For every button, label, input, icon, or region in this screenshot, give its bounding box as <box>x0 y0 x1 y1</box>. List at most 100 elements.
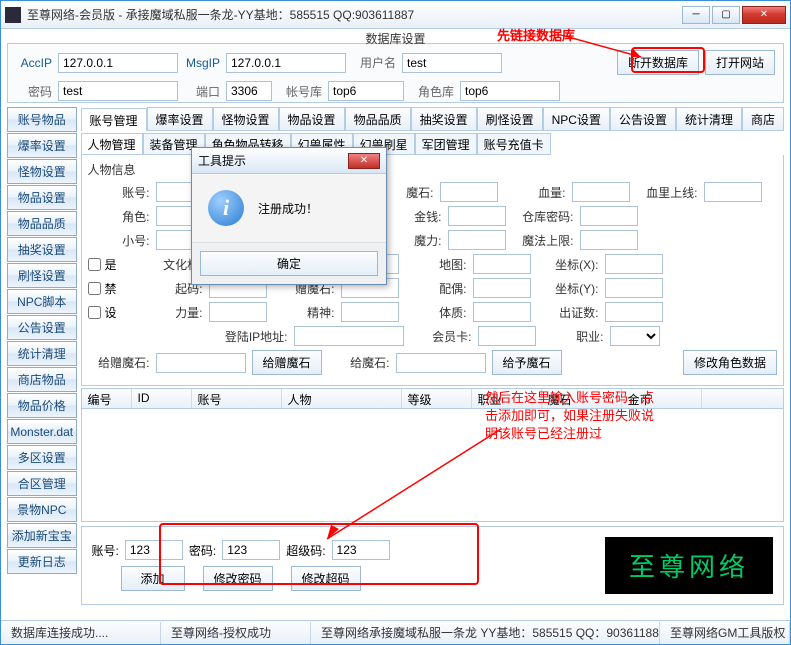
sidebar-item-6[interactable]: 刷怪设置 <box>7 263 77 288</box>
accip-label: AccIP <box>16 56 52 70</box>
content: 账号管理爆率设置怪物设置物品设置物品品质抽奖设置刷怪设置NPC设置公告设置统计清… <box>81 107 785 605</box>
change-super-button[interactable]: 修改超码 <box>291 566 361 591</box>
tab-2[interactable]: 怪物设置 <box>213 107 279 130</box>
f-dlip[interactable] <box>294 326 404 346</box>
col-5[interactable]: 职业 <box>472 389 542 408</box>
ft-acc-lbl: 账号: <box>92 542 119 559</box>
sidebar-item-1[interactable]: 爆率设置 <box>7 133 77 158</box>
dialog-title: 工具提示 <box>198 152 348 169</box>
pwd-input[interactable] <box>58 81 178 101</box>
f-po[interactable] <box>473 278 531 298</box>
ft-pwd-input[interactable] <box>222 540 280 560</box>
sidebar-item-11[interactable]: 物品价格 <box>7 393 77 418</box>
sidebar-item-5[interactable]: 抽奖设置 <box>7 237 77 262</box>
titlebar[interactable]: 至尊网络-会员版 - 承接魔域私服一条龙-YY基地：585515 QQ:9036… <box>1 1 790 29</box>
modify-role-button[interactable]: 修改角色数据 <box>683 350 777 375</box>
f-ml[interactable] <box>448 230 506 250</box>
sidebar-item-0[interactable]: 账号物品 <box>7 107 77 132</box>
chk3[interactable] <box>88 306 101 319</box>
brand-logo: 至尊网络 <box>605 537 773 594</box>
col-0[interactable]: 编号 <box>82 389 132 408</box>
tab-8[interactable]: 公告设置 <box>610 107 676 130</box>
f-zby[interactable] <box>605 278 663 298</box>
dialog-ok-button[interactable]: 确定 <box>200 251 378 276</box>
f-mfsx-lbl: 魔法上限: <box>512 232 574 249</box>
f-ll[interactable] <box>209 302 267 322</box>
change-pwd-button[interactable]: 修改密码 <box>203 566 273 591</box>
sidebar-item-13[interactable]: 多区设置 <box>7 445 77 470</box>
result-list[interactable]: 编号ID账号人物等级职业魔石金币 <box>81 388 785 522</box>
disconnect-db-button[interactable]: 断开数据库 <box>617 50 699 75</box>
tab-7[interactable]: NPC设置 <box>543 107 610 130</box>
dialog-titlebar[interactable]: 工具提示 ✕ <box>192 148 386 174</box>
accdb-input[interactable] <box>328 81 404 101</box>
sidebar-item-10[interactable]: 商店物品 <box>7 367 77 392</box>
sidebar-item-9[interactable]: 统计清理 <box>7 341 77 366</box>
f-ckmm[interactable] <box>580 206 638 226</box>
ft-acc-input[interactable] <box>125 540 183 560</box>
chk2[interactable] <box>88 282 101 295</box>
add-account-button[interactable]: 添加 <box>121 566 185 591</box>
sidebar-item-16[interactable]: 添加新宝宝 <box>7 523 77 548</box>
port-input[interactable] <box>226 81 272 101</box>
f-js[interactable] <box>341 302 399 322</box>
f-xl[interactable] <box>572 182 630 202</box>
f-mfsx[interactable] <box>580 230 638 250</box>
f-czs[interactable] <box>605 302 663 322</box>
info-icon: i <box>208 190 244 226</box>
give-stone-button[interactable]: 给予魔石 <box>492 350 562 375</box>
col-7[interactable]: 金币 <box>622 389 702 408</box>
sidebar-item-4[interactable]: 物品品质 <box>7 211 77 236</box>
roledb-input[interactable] <box>460 81 560 101</box>
dialog-close-button[interactable]: ✕ <box>348 153 380 169</box>
col-4[interactable]: 等级 <box>402 389 472 408</box>
open-website-button[interactable]: 打开网站 <box>705 50 775 75</box>
f-zy[interactable] <box>610 326 660 346</box>
col-1[interactable]: ID <box>132 389 192 408</box>
tab-3[interactable]: 物品设置 <box>279 107 345 130</box>
gzms-input[interactable] <box>156 353 246 373</box>
sidebar-item-12[interactable]: Monster.dat <box>7 419 77 444</box>
sidebar-item-17[interactable]: 更新日志 <box>7 549 77 574</box>
subtab-6[interactable]: 账号充值卡 <box>477 133 551 155</box>
f-dt[interactable] <box>473 254 531 274</box>
tab-6[interactable]: 刷怪设置 <box>477 107 543 130</box>
sidebar-item-14[interactable]: 合区管理 <box>7 471 77 496</box>
maximize-button[interactable]: ▢ <box>712 6 740 24</box>
f-jq[interactable] <box>448 206 506 226</box>
sidebar-item-2[interactable]: 怪物设置 <box>7 159 77 184</box>
f-zbx[interactable] <box>605 254 663 274</box>
col-3[interactable]: 人物 <box>282 389 402 408</box>
tab-9[interactable]: 统计清理 <box>676 107 742 130</box>
f-hyk[interactable] <box>478 326 536 346</box>
chk1[interactable] <box>88 258 101 271</box>
minimize-button[interactable]: ─ <box>682 6 710 24</box>
subtab-0[interactable]: 人物管理 <box>81 133 143 155</box>
tab-4[interactable]: 物品品质 <box>345 107 411 130</box>
col-2[interactable]: 账号 <box>192 389 282 408</box>
f-js-lbl: 精神: <box>273 304 335 321</box>
accip-input[interactable] <box>58 53 178 73</box>
close-button[interactable]: ✕ <box>742 6 786 24</box>
ft-sup-input[interactable] <box>332 540 390 560</box>
tab-1[interactable]: 爆率设置 <box>147 107 213 130</box>
sidebar-item-8[interactable]: 公告设置 <box>7 315 77 340</box>
f-xh-lbl: 小号: <box>88 232 150 249</box>
tab-10[interactable]: 商店 <box>742 107 784 130</box>
f-ms[interactable] <box>440 182 498 202</box>
tab-5[interactable]: 抽奖设置 <box>411 107 477 130</box>
give-gift-stone-button[interactable]: 给赠魔石 <box>252 350 322 375</box>
user-input[interactable] <box>402 53 502 73</box>
subtab-5[interactable]: 军团管理 <box>415 133 477 155</box>
f-tl[interactable] <box>473 302 531 322</box>
accdb-label: 帐号库 <box>278 83 322 100</box>
status-copy: 至尊网络GM工具版权 <box>660 622 790 644</box>
gms-input[interactable] <box>396 353 486 373</box>
sidebar-item-15[interactable]: 景物NPC <box>7 497 77 522</box>
f-xlsx[interactable] <box>704 182 762 202</box>
col-6[interactable]: 魔石 <box>542 389 622 408</box>
msgip-input[interactable] <box>226 53 346 73</box>
tab-0[interactable]: 账号管理 <box>81 108 147 131</box>
sidebar-item-7[interactable]: NPC脚本 <box>7 289 77 314</box>
sidebar-item-3[interactable]: 物品设置 <box>7 185 77 210</box>
